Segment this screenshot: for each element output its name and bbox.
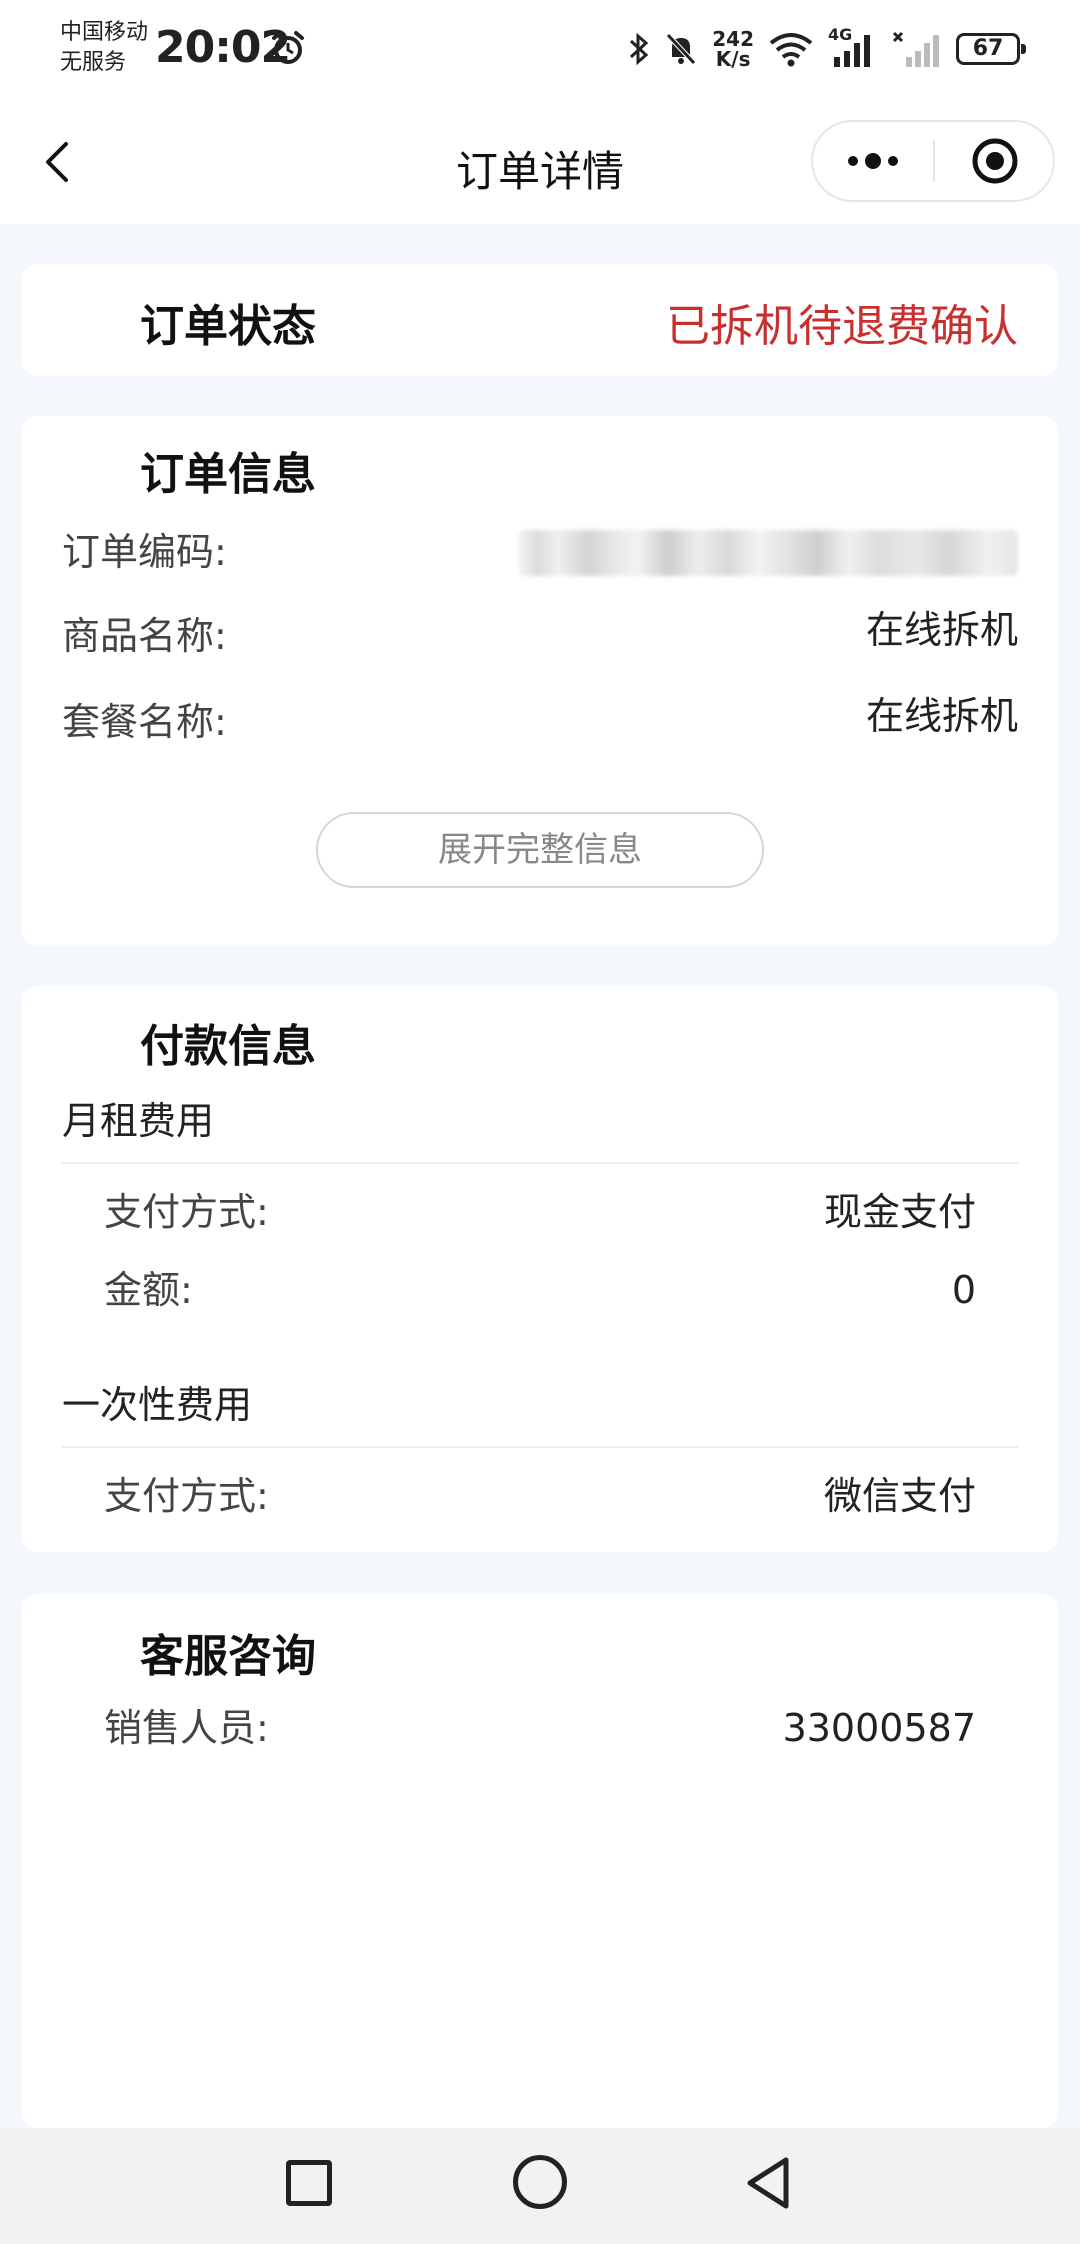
monthly-amount-value: 0	[951, 1268, 976, 1312]
carrier-info: 中国移动 无服务	[60, 18, 148, 78]
order-number-redacted	[518, 530, 1018, 576]
customer-service-card: 客服咨询 销售人员: 33000587	[22, 1594, 1058, 2128]
status-bar: 中国移动 无服务 20:02 242 K/s 4G 67	[0, 0, 1080, 100]
status-icons: 242 K/s 4G 67	[628, 25, 1026, 72]
product-name-label: 商品名称:	[62, 614, 227, 658]
network-speed-value: 242	[712, 27, 754, 51]
one-time-payment-method-value: 微信支付	[823, 1474, 976, 1518]
order-info-card: 订单信息 订单编码: 商品名称: 在线拆机 套餐名称: 在线拆机 展开完整信息	[22, 416, 1058, 946]
monthly-fee-label: 月租费用	[62, 1099, 215, 1143]
system-navigation-bar	[0, 2128, 1080, 2244]
sales-person-label: 销售人员:	[104, 1706, 269, 1750]
bluetooth-icon	[630, 32, 649, 66]
wifi-icon	[769, 33, 813, 67]
monthly-payment-method-label: 支付方式:	[104, 1190, 269, 1234]
recent-apps-button[interactable]	[286, 2160, 332, 2206]
mini-program-capsule	[811, 120, 1055, 202]
customer-service-title: 客服咨询	[140, 1631, 316, 1682]
home-button[interactable]	[513, 2155, 567, 2209]
one-time-payment-method-label: 支付方式:	[104, 1474, 269, 1518]
monthly-amount-row: 金额: 0	[62, 1260, 1018, 1320]
order-status-card: 订单状态 已拆机待退费确认	[22, 264, 1058, 376]
one-time-fee-label: 一次性费用	[62, 1383, 253, 1427]
system-back-button[interactable]	[742, 2154, 798, 2212]
product-name-value: 在线拆机	[865, 608, 1018, 652]
package-name-value: 在线拆机	[865, 694, 1018, 738]
network-speed-unit: K/s	[715, 47, 751, 71]
carrier-service-status: 无服务	[60, 50, 127, 75]
monthly-amount-label: 金额:	[104, 1268, 193, 1312]
battery-indicator: 67	[956, 33, 1026, 65]
order-info-title: 订单信息	[140, 449, 316, 500]
alarm-icon	[272, 31, 304, 64]
package-name-label: 套餐名称:	[62, 700, 227, 744]
mute-bell-icon	[666, 33, 697, 65]
capsule-divider	[933, 140, 935, 182]
order-status-label: 订单状态	[140, 301, 316, 352]
payment-info-title: 付款信息	[140, 1021, 316, 1072]
monthly-payment-method-row: 支付方式: 现金支付	[62, 1182, 1018, 1242]
expand-full-info-button[interactable]: 展开完整信息	[316, 812, 764, 888]
order-status-value: 已拆机待退费确认	[666, 301, 1018, 352]
payment-info-card: 付款信息 月租费用 支付方式: 现金支付 金额: 0 一次性费用 支付方式: 微…	[22, 986, 1058, 1552]
more-options-button[interactable]	[813, 122, 933, 200]
sales-person-value: 33000587	[782, 1706, 976, 1750]
sales-person-row: 销售人员: 33000587	[62, 1698, 1018, 1758]
order-number-row: 订单编码:	[62, 522, 1018, 582]
monthly-fee-divider	[62, 1162, 1018, 1164]
close-mini-program-button[interactable]	[937, 122, 1053, 200]
order-number-label: 订单编码:	[62, 530, 227, 574]
monthly-payment-method-value: 现金支付	[823, 1190, 976, 1234]
one-time-payment-method-row: 支付方式: 微信支付	[62, 1466, 1018, 1526]
cell-signal-4g: 4G	[828, 25, 878, 69]
signal-bars-icon	[834, 35, 870, 67]
package-name-row: 套餐名称: 在线拆机	[62, 692, 1018, 752]
network-speed: 242 K/s	[712, 29, 754, 69]
one-time-fee-divider	[62, 1446, 1018, 1448]
navigation-bar: 订单详情	[0, 100, 1080, 224]
product-name-row: 商品名称: 在线拆机	[62, 606, 1018, 666]
no-signal-icon	[892, 31, 939, 67]
carrier-name: 中国移动	[60, 20, 149, 45]
